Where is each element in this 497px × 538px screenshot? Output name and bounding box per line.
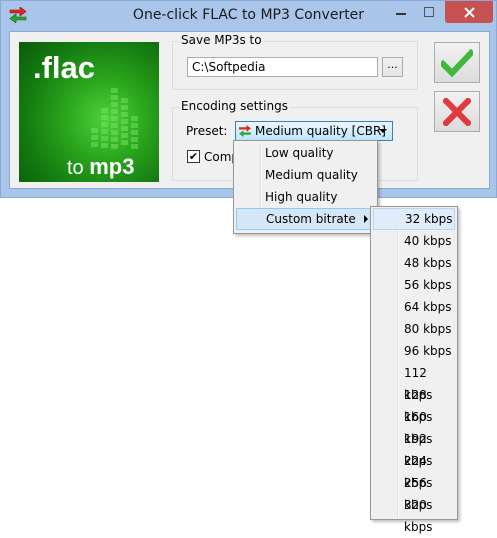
- x-icon: [443, 97, 471, 126]
- close-icon: [463, 6, 475, 18]
- preset-menu: Low quality Medium quality High quality …: [233, 140, 378, 234]
- logo-to-text: to mp3: [67, 154, 135, 180]
- browse-button[interactable]: ...: [382, 57, 403, 77]
- title-bar[interactable]: One-click FLAC to MP3 Converter: [1, 1, 496, 31]
- menu-item-56-kbps[interactable]: 56 kbps: [373, 274, 455, 296]
- menu-item-medium-quality[interactable]: Medium quality: [236, 164, 375, 186]
- preset-label: Preset:: [186, 124, 228, 138]
- submenu-arrow-icon: [364, 215, 368, 223]
- preset-dropdown[interactable]: Medium quality [CBR]: [235, 121, 393, 141]
- menu-item-224-kbps[interactable]: 224 kbps: [373, 450, 455, 490]
- menu-item-high-quality[interactable]: High quality: [236, 186, 375, 208]
- menu-item-192-kbps[interactable]: 192 kbps: [373, 428, 455, 468]
- logo-flac-text: .flac: [33, 50, 96, 85]
- output-folder-input[interactable]: [187, 57, 378, 77]
- menu-item-48-kbps[interactable]: 48 kbps: [373, 252, 455, 274]
- logo-mp3-word: mp3: [89, 154, 135, 179]
- flac-to-mp3-logo: .flac to mp3: [19, 42, 159, 182]
- menu-item-32-kbps[interactable]: 32 kbps: [373, 208, 455, 230]
- cancel-button[interactable]: [434, 91, 480, 132]
- preset-value: Medium quality [CBR]: [255, 124, 386, 138]
- maximize-icon: [424, 7, 434, 17]
- preset-arrows-icon: [239, 125, 251, 137]
- menu-item-256-kbps[interactable]: 256 kbps: [373, 472, 455, 512]
- close-button[interactable]: [445, 1, 493, 23]
- menu-item-128-kbps[interactable]: 128 kbps: [373, 384, 455, 424]
- maximize-button[interactable]: [415, 1, 443, 23]
- menu-item-80-kbps[interactable]: 80 kbps: [373, 318, 455, 340]
- minimize-icon: [396, 13, 406, 15]
- chevron-down-icon: [379, 129, 387, 133]
- menu-item-112-kbps[interactable]: 112 kbps: [373, 362, 455, 402]
- bitrate-submenu: 32 kbps 40 kbps 48 kbps 56 kbps 64 kbps …: [370, 206, 458, 534]
- menu-item-64-kbps[interactable]: 64 kbps: [373, 296, 455, 318]
- menu-item-low-quality[interactable]: Low quality: [236, 142, 375, 164]
- menu-item-custom-bitrate[interactable]: Custom bitrate: [236, 208, 375, 230]
- menu-item-96-kbps[interactable]: 96 kbps: [373, 340, 455, 362]
- comp-checkbox[interactable]: ✔: [187, 150, 200, 163]
- menu-item-160-kbps[interactable]: 160 kbps: [373, 406, 455, 446]
- convert-button[interactable]: [434, 42, 480, 83]
- custom-bitrate-label: Custom bitrate: [266, 212, 356, 226]
- menu-item-40-kbps[interactable]: 40 kbps: [373, 230, 455, 252]
- save-mp3s-group: Save MP3s to ...: [172, 33, 418, 90]
- save-group-label: Save MP3s to: [179, 33, 264, 47]
- logo-to-word: to: [67, 157, 84, 179]
- minimize-button[interactable]: [387, 1, 415, 23]
- menu-item-320-kbps[interactable]: 320 kbps: [373, 494, 455, 534]
- encoding-group-label: Encoding settings: [179, 99, 290, 113]
- checkmark-icon: [441, 48, 473, 77]
